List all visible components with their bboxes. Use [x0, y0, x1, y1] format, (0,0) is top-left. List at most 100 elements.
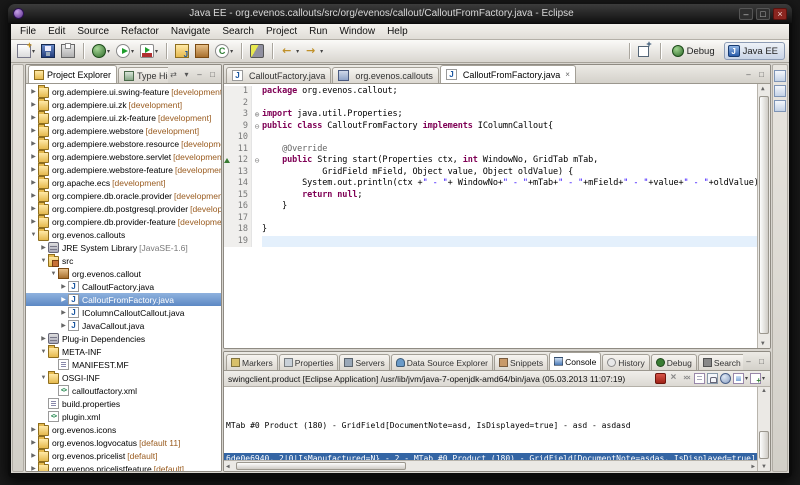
tree-item-osgi-inf[interactable]: ▼OSGI-INF [26, 371, 221, 384]
minimize-view-icon[interactable] [194, 70, 205, 81]
menu-source[interactable]: Source [71, 25, 115, 38]
title-bar[interactable]: Java EE - org.evenos.callouts/src/org/ev… [8, 4, 792, 23]
collapsed-arrow-icon[interactable]: ▶ [59, 296, 68, 303]
tree-item-calloutfactory-java[interactable]: ▶CalloutFactory.java [26, 280, 221, 293]
menu-window[interactable]: Window [333, 25, 381, 38]
menu-run[interactable]: Run [303, 25, 333, 38]
expanded-arrow-icon[interactable]: ▼ [39, 375, 48, 381]
collapsed-arrow-icon[interactable]: ▶ [59, 283, 68, 290]
collapsed-arrow-icon[interactable]: ▶ [29, 465, 38, 471]
scroll-lock-button[interactable] [706, 373, 719, 384]
tree-item-calloutfactory-xml[interactable]: calloutfactory.xml [26, 384, 221, 397]
view-menu-icon[interactable] [181, 70, 192, 81]
view-tab-debug[interactable]: Debug [651, 354, 697, 370]
collapsed-arrow-icon[interactable]: ▶ [29, 452, 38, 459]
console-vertical-scrollbar[interactable] [757, 387, 770, 471]
fold-plus-icon[interactable]: ⊕ [251, 109, 262, 121]
editor-tab-calloutfromfactory-java[interactable]: CalloutFromFactory.java× [440, 65, 576, 83]
maximize-view-icon[interactable] [207, 70, 218, 81]
link-with-editor-icon[interactable] [168, 70, 179, 81]
view-tab-project-explorer[interactable]: Project Explorer [28, 65, 117, 83]
fold-minus-icon[interactable]: ⊖ [251, 121, 262, 133]
scrollbar-thumb[interactable] [236, 462, 406, 470]
open-console-button[interactable]: ▾ [749, 373, 766, 384]
tree-item-meta-inf[interactable]: ▼META-INF [26, 345, 221, 358]
expanded-arrow-icon[interactable]: ▼ [29, 232, 38, 238]
view-tab-markers[interactable]: Markers [226, 354, 278, 370]
tree-item-javacallout-java[interactable]: ▶JavaCallout.java [26, 319, 221, 332]
code-text[interactable] [262, 236, 757, 248]
editor-vertical-scrollbar[interactable] [757, 84, 770, 348]
menu-search[interactable]: Search [216, 25, 260, 38]
display-selected-console-button[interactable]: ▾ [732, 373, 749, 384]
code-area[interactable]: 1package org.evenos.callout;23⊕import ja… [224, 84, 757, 348]
collapsed-arrow-icon[interactable]: ▶ [29, 166, 38, 173]
code-text[interactable]: System.out.println(ctx +" - "+ WindowNo+… [262, 178, 757, 190]
outline-view-icon[interactable] [774, 85, 786, 97]
tree-item-icolumncalloutcallout-java[interactable]: ▶IColumnCalloutCallout.java [26, 306, 221, 319]
tree-item-org-adempiere-ui-zk-feature[interactable]: ▶org.adempiere.ui.zk-feature [developmen… [26, 111, 221, 124]
print-button[interactable] [59, 43, 77, 59]
tree-item-org-evenos-callout[interactable]: ▼org.evenos.callout [26, 267, 221, 280]
collapsed-arrow-icon[interactable]: ▶ [59, 322, 68, 329]
search-button[interactable] [248, 43, 266, 59]
minimize-button[interactable] [739, 8, 753, 20]
tree-item-src[interactable]: ▼src [26, 254, 221, 267]
tree-item-org-compiere-db-oracle-provider[interactable]: ▶org.compiere.db.oracle.provider [develo… [26, 189, 221, 202]
save-button[interactable] [39, 43, 57, 59]
tree-item-org-compiere-db-provider-feature[interactable]: ▶org.compiere.db.provider-feature [devel… [26, 215, 221, 228]
view-tab-console[interactable]: Console [549, 352, 601, 370]
code-text[interactable]: } [262, 224, 757, 236]
menu-navigate[interactable]: Navigate [165, 25, 216, 38]
close-editor-icon[interactable]: × [565, 70, 570, 79]
tree-item-org-adempiere-ui-zk[interactable]: ▶org.adempiere.ui.zk [development] [26, 98, 221, 111]
collapsed-arrow-icon[interactable]: ▶ [29, 88, 38, 95]
new-java-project-button[interactable] [173, 43, 191, 59]
collapsed-arrow-icon[interactable]: ▶ [39, 244, 48, 251]
menu-edit[interactable]: Edit [42, 25, 71, 38]
collapsed-arrow-icon[interactable]: ▶ [29, 192, 38, 199]
tree-item-manifest-mf[interactable]: MANIFEST.MF [26, 358, 221, 371]
collapsed-arrow-icon[interactable]: ▶ [29, 426, 38, 433]
new-class-button[interactable]: ▾ [213, 43, 235, 59]
menu-file[interactable]: File [14, 25, 42, 38]
expanded-arrow-icon[interactable]: ▼ [39, 349, 48, 355]
console-horizontal-scrollbar[interactable] [224, 460, 757, 471]
console-view[interactable]: MTab #0 Product (180) - GridField[Docume… [224, 387, 757, 471]
collapsed-arrow-icon[interactable]: ▶ [39, 335, 48, 342]
maximize-editor-icon[interactable] [756, 70, 767, 81]
code-text[interactable]: package org.evenos.callout; [262, 86, 757, 98]
code-text[interactable] [262, 213, 757, 225]
view-tab-snippets[interactable]: Snippets [494, 354, 548, 370]
tree-item-calloutfromfactory-java[interactable]: ▶CalloutFromFactory.java [26, 293, 221, 306]
code-text[interactable] [262, 98, 757, 110]
templates-view-icon[interactable] [774, 100, 786, 112]
tree-item-org-adempiere-webstore[interactable]: ▶org.adempiere.webstore [development] [26, 124, 221, 137]
view-tab-servers[interactable]: Servers [339, 354, 389, 370]
tree-item-org-evenos-pricelist[interactable]: ▶org.evenos.pricelist [default] [26, 449, 221, 462]
code-text[interactable]: import java.util.Properties; [262, 109, 757, 121]
editor-tab-org-evenos-callouts[interactable]: org.evenos.callouts [332, 67, 439, 83]
open-perspective-button[interactable] [637, 43, 653, 59]
tree-item-org-adempiere-webstore-resource[interactable]: ▶org.adempiere.webstore.resource [develo… [26, 137, 221, 150]
minimize-editor-icon[interactable] [743, 70, 754, 81]
tree-item-build-properties[interactable]: build.properties [26, 397, 221, 410]
menu-refactor[interactable]: Refactor [115, 25, 165, 38]
tree-item-org-evenos-pricelistfeature[interactable]: ▶org.evenos.pricelistfeature [default] [26, 462, 221, 471]
view-tab-data-source-explorer[interactable]: Data Source Explorer [391, 354, 493, 370]
expanded-arrow-icon[interactable]: ▼ [49, 271, 58, 277]
clear-console-button[interactable] [693, 373, 706, 384]
collapsed-arrow-icon[interactable]: ▶ [29, 179, 38, 186]
code-text[interactable]: public String start(Properties ctx, int … [262, 155, 757, 167]
code-text[interactable]: @Override [262, 144, 757, 156]
code-text[interactable] [262, 132, 757, 144]
collapsed-arrow-icon[interactable]: ▶ [29, 439, 38, 446]
code-text[interactable]: GridField mField, Object value, Object o… [262, 167, 757, 179]
restore-minimized-view-icon[interactable] [774, 70, 786, 82]
pin-console-button[interactable] [719, 373, 732, 384]
maximize-panel-icon[interactable] [756, 357, 767, 368]
back-button[interactable]: ▾ [279, 43, 301, 59]
fold-minus-icon[interactable]: ⊖ [251, 155, 262, 167]
tree-item-org-adempiere-ui-swing-feature[interactable]: ▶org.adempiere.ui.swing-feature [develop… [26, 85, 221, 98]
tree-item-org-evenos-icons[interactable]: ▶org.evenos.icons [26, 423, 221, 436]
